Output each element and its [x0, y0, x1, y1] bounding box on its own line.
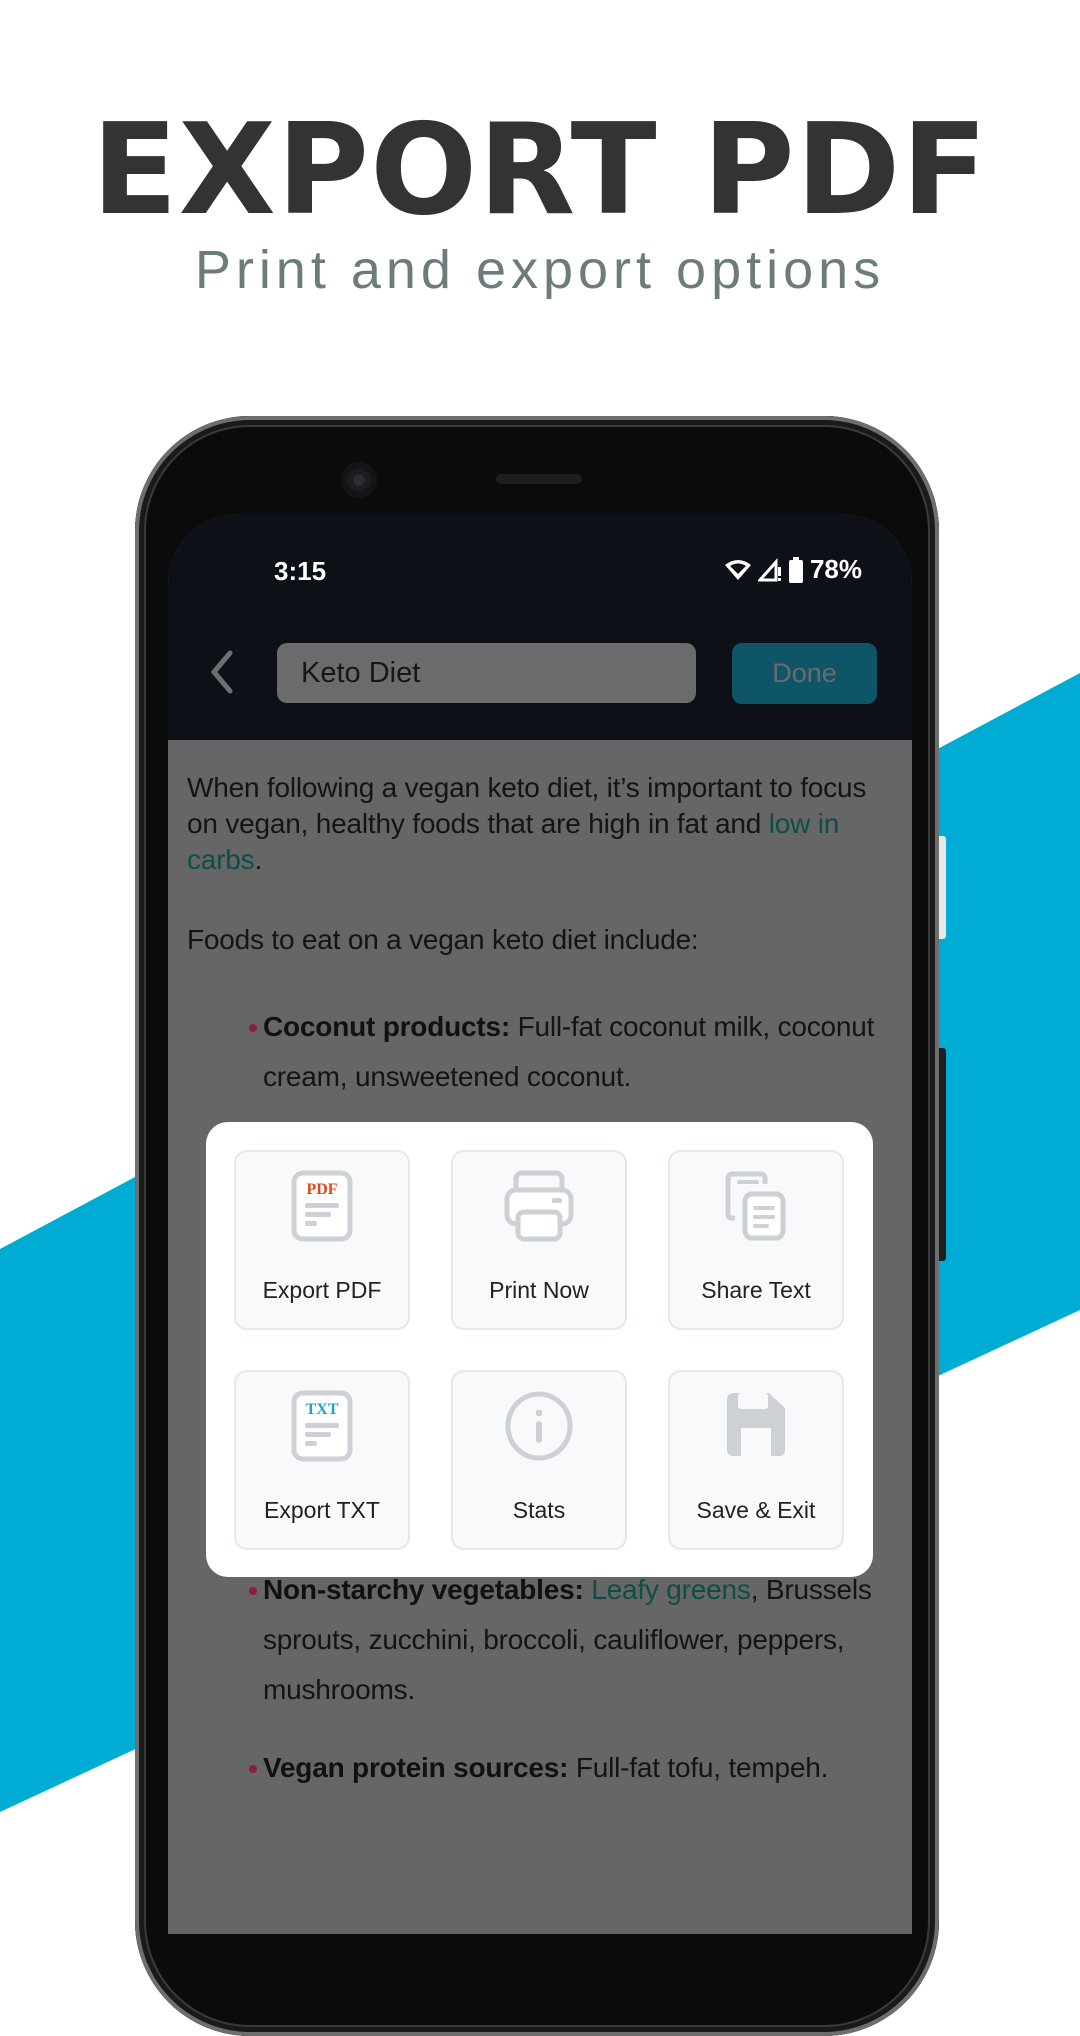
export-txt-button[interactable]: TXT Export TXT [234, 1370, 410, 1550]
export-pdf-label: Export PDF [262, 1277, 382, 1303]
print-now-button[interactable]: Print Now [451, 1150, 627, 1330]
battery-icon [788, 556, 803, 583]
list-item: Non-starchy vegetables: Leafy greens, Br… [249, 1565, 893, 1715]
info-icon [505, 1391, 573, 1461]
copy-documents-icon [725, 1171, 786, 1241]
status-icons: 78% [724, 554, 862, 585]
app-header: 3:15 78% Done [168, 514, 912, 740]
title-input[interactable] [277, 643, 696, 703]
pdf-file-icon: PDF [291, 1170, 353, 1242]
list-item: Vegan protein sources: Full-fat tofu, te… [249, 1743, 893, 1793]
speaker-grille [496, 474, 582, 484]
camera-icon [341, 462, 377, 498]
list-item: Coconut products: Full-fat coconut milk,… [249, 1002, 893, 1102]
export-txt-label: Export TXT [264, 1497, 380, 1523]
stats-button[interactable]: Stats [451, 1370, 627, 1550]
status-time: 3:15 [274, 556, 327, 586]
done-button[interactable]: Done [732, 643, 877, 704]
lead-paragraph: Foods to eat on a vegan keto diet includ… [187, 924, 699, 955]
share-text-button[interactable]: Share Text [668, 1150, 844, 1330]
save-exit-button[interactable]: Save & Exit [668, 1370, 844, 1550]
intro-paragraph: When following a vegan keto diet, it’s i… [187, 772, 867, 875]
save-exit-label: Save & Exit [696, 1497, 816, 1523]
txt-file-icon: TXT [291, 1390, 353, 1462]
battery-percent: 78% [809, 554, 862, 584]
signal-no-data-icon [757, 557, 781, 581]
svg-text:PDF: PDF [306, 1181, 337, 1198]
floppy-disk-icon [727, 1393, 785, 1456]
printer-icon [504, 1170, 574, 1242]
wifi-icon [724, 559, 751, 580]
stats-label: Stats [512, 1497, 566, 1523]
print-now-label: Print Now [489, 1277, 589, 1303]
chevron-left-icon[interactable] [206, 649, 236, 695]
volume-button [939, 836, 946, 939]
svg-text:TXT: TXT [306, 1401, 339, 1418]
share-text-label: Share Text [701, 1277, 811, 1303]
leafy-greens-link[interactable]: Leafy greens [591, 1574, 751, 1605]
power-button [939, 1048, 946, 1261]
export-options-dialog: PDF Export PDF Print Now Share Text TXT … [206, 1122, 873, 1577]
export-pdf-button[interactable]: PDF Export PDF [234, 1150, 410, 1330]
